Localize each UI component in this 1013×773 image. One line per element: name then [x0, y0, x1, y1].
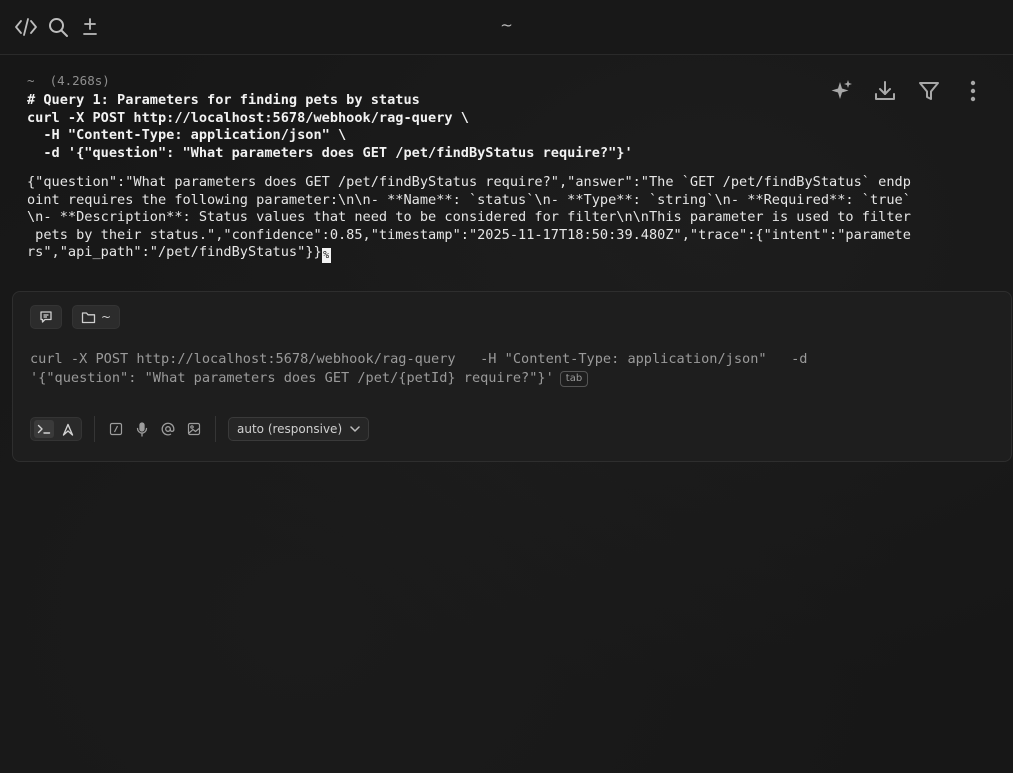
image-icon[interactable] [185, 420, 203, 438]
input-panel[interactable]: ~ curl -X POST http://localhost:5678/web… [12, 291, 1012, 462]
mode-toggle [30, 417, 82, 441]
output-line: {"question":"What parameters does GET /p… [27, 174, 911, 190]
output-line: \n- **Description**: Status values that … [27, 209, 911, 225]
directory-chip-label: ~ [101, 310, 112, 324]
agent-mode-button[interactable] [58, 420, 78, 438]
microphone-icon[interactable] [133, 420, 151, 438]
block-metadata: ~ (4.268s) [27, 73, 110, 88]
output-line: oint requires the following parameter:\n… [27, 191, 911, 208]
output-line: rs","api_path":"/pet/findByStatus"}} [27, 244, 322, 260]
input-line: curl -X POST http://localhost:5678/webho… [30, 351, 808, 367]
folder-icon [81, 311, 96, 323]
input-line: '{"question": "What parameters does GET … [30, 370, 554, 386]
download-icon[interactable] [871, 77, 899, 105]
more-vertical-icon[interactable] [959, 77, 987, 105]
chat-bubble-icon [40, 311, 52, 323]
command-line: -H "Content-Type: application/json" \ [27, 127, 347, 143]
tab-hint: tab [559, 371, 589, 387]
output-line: pets by their status.","confidence":0.85… [27, 226, 911, 243]
toolbar-divider [215, 416, 216, 442]
model-select[interactable]: auto (responsive) [228, 417, 370, 441]
toolbar-divider [94, 416, 95, 442]
text-cursor: % [321, 248, 331, 263]
block-command: # Query 1: Parameters for finding pets b… [27, 92, 633, 162]
block-output: {"question":"What parameters does GET /p… [27, 174, 1002, 263]
window-title: ~ [500, 16, 513, 34]
command-line: # Query 1: Parameters for finding pets b… [27, 92, 420, 108]
filter-icon[interactable] [915, 77, 943, 105]
block-actions [827, 77, 987, 105]
agent-icon [62, 423, 74, 436]
model-select-value: auto (responsive) [237, 422, 343, 436]
input-chip-row: ~ [30, 305, 121, 329]
command-line: curl -X POST http://localhost:5678/webho… [27, 109, 469, 126]
mention-icon[interactable] [159, 420, 177, 438]
command-input[interactable]: curl -X POST http://localhost:5678/webho… [30, 350, 990, 388]
title-bar: ~ [0, 0, 1013, 55]
chevron-down-icon [350, 426, 360, 432]
command-line: -d '{"question": "What parameters does G… [27, 144, 633, 161]
sparkle-icon[interactable] [827, 77, 855, 105]
terminal-mode-button[interactable] [34, 420, 54, 438]
slash-command-icon[interactable] [107, 420, 125, 438]
directory-chip[interactable]: ~ [72, 305, 121, 329]
input-toolbar: auto (responsive) [30, 416, 370, 442]
conversation-chip[interactable] [30, 305, 62, 329]
terminal-icon [37, 424, 51, 434]
